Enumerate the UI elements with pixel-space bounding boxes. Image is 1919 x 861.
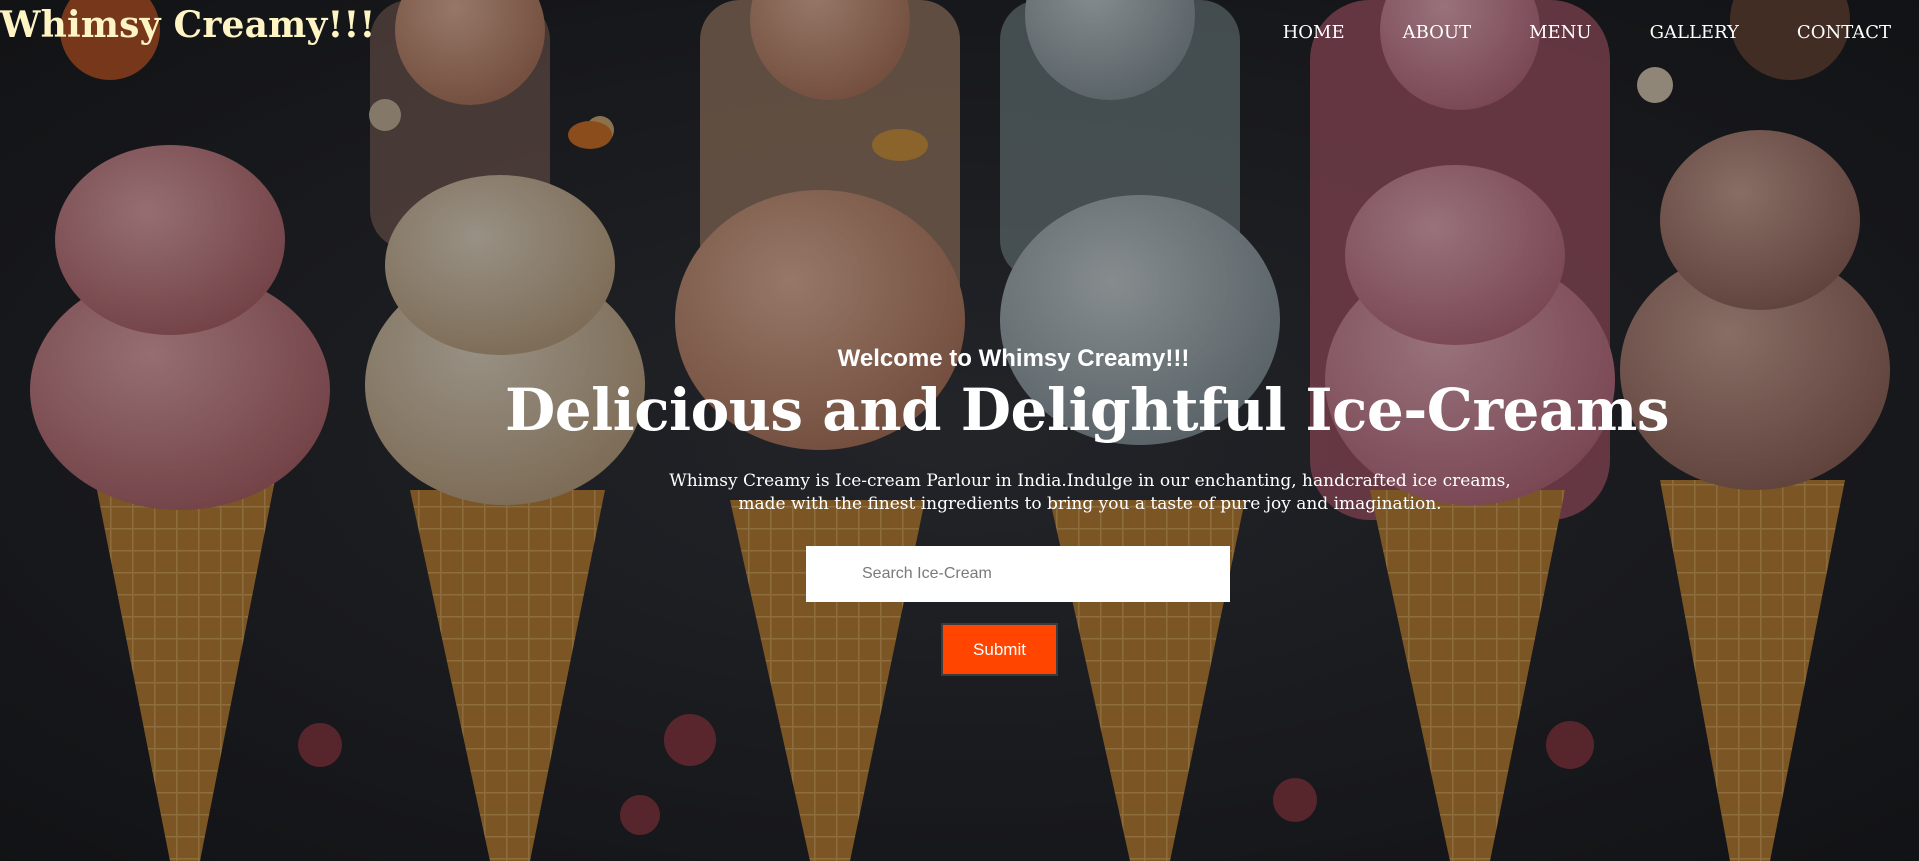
main-nav: HOME ABOUT MENU GALLERY CONTACT (1225, 22, 1891, 43)
nav-home[interactable]: HOME (1283, 22, 1345, 43)
hero-welcome: Welcome to Whimsy Creamy!!! (837, 345, 1190, 372)
page: Whimsy Creamy!!! HOME ABOUT MENU GALLERY… (0, 0, 1919, 861)
nav-about[interactable]: ABOUT (1403, 22, 1472, 43)
nav-menu[interactable]: MENU (1529, 22, 1592, 43)
nav-contact[interactable]: CONTACT (1797, 22, 1891, 43)
hero-headline: Delicious and Delightful Ice-Creams (504, 376, 1670, 444)
hero-description: Whimsy Creamy is Ice-cream Parlour in In… (669, 471, 1511, 514)
nav-gallery[interactable]: GALLERY (1650, 22, 1739, 43)
brand-logo[interactable]: Whimsy Creamy!!! (0, 4, 376, 46)
submit-button[interactable]: Submit (941, 623, 1058, 676)
search-input[interactable] (806, 546, 1230, 602)
